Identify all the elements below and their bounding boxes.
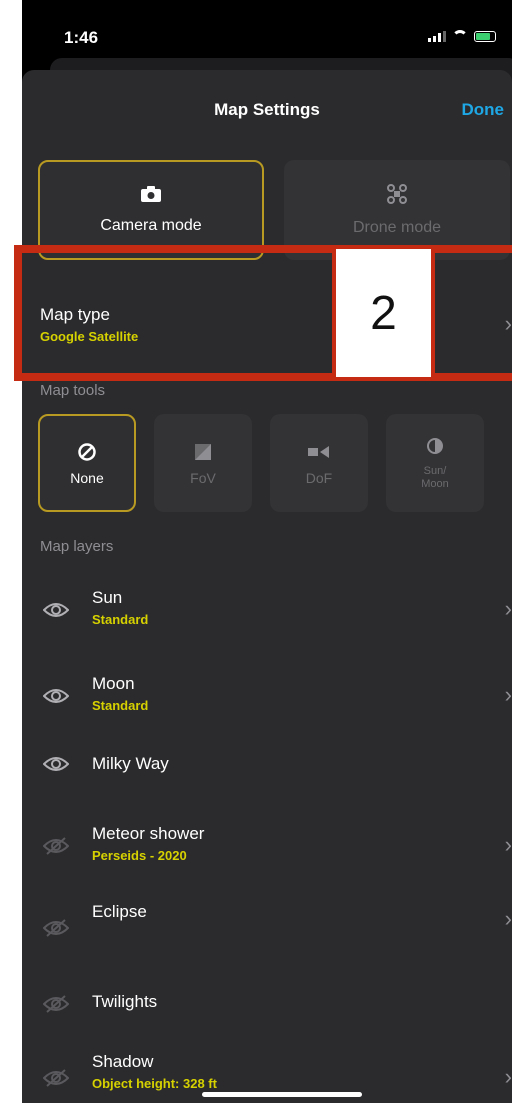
status-bar: 1:46: [22, 0, 512, 62]
tool-none-label: None: [70, 469, 104, 486]
layer-moon[interactable]: Moon Standard ›: [22, 656, 512, 742]
chevron-right-icon: ›: [504, 311, 512, 336]
status-time: 1:46: [64, 28, 99, 47]
layer-milky-way-title: Milky Way: [92, 754, 169, 773]
layer-sun[interactable]: Sun Standard ›: [22, 570, 512, 656]
fov-icon: [195, 443, 211, 460]
layer-shadow-title: Shadow: [92, 1052, 154, 1071]
sun-moon-icon: [427, 438, 443, 454]
eye-hidden-icon[interactable]: [40, 988, 72, 1020]
layer-sun-title: Sun: [92, 588, 123, 607]
chevron-right-icon: ›: [504, 596, 512, 621]
map-type-value: Google Satellite: [40, 329, 139, 344]
layer-eclipse[interactable]: Eclipse ›: [22, 892, 512, 978]
chevron-right-icon: ›: [504, 906, 512, 931]
eye-hidden-icon[interactable]: [40, 1062, 72, 1094]
layer-eclipse-title: Eclipse: [92, 902, 147, 921]
map-type-title: Map type: [40, 305, 110, 324]
eye-hidden-icon[interactable]: [40, 912, 72, 944]
dof-icon: [308, 445, 329, 458]
layer-sun-sub: Standard: [92, 612, 149, 627]
camera-mode-button[interactable]: Camera mode: [38, 160, 264, 260]
navigation-bar: Map Settings Done: [22, 70, 512, 150]
layer-moon-title: Moon: [92, 674, 135, 693]
drone-icon: [387, 184, 407, 204]
chevron-right-icon: ›: [504, 682, 512, 707]
mode-selector: Camera mode Drone mode: [38, 160, 510, 260]
done-button[interactable]: Done: [462, 100, 505, 120]
eye-icon[interactable]: [40, 748, 72, 780]
drone-mode-label: Drone mode: [352, 219, 442, 236]
status-icons: [428, 30, 496, 42]
tool-sun-moon[interactable]: Sun/ Moon: [386, 414, 484, 512]
layer-moon-sub: Standard: [92, 698, 149, 713]
home-indicator[interactable]: [202, 1092, 362, 1097]
annotation-number: 2: [332, 249, 435, 377]
camera-icon: [141, 186, 161, 202]
eye-icon[interactable]: [40, 680, 72, 712]
tool-dof-label: DoF: [305, 469, 333, 486]
tool-dof[interactable]: DoF: [270, 414, 368, 512]
battery-icon: [474, 31, 496, 42]
map-tools: None FoV DoF Sun/ Moon: [38, 414, 484, 512]
tool-fov[interactable]: FoV: [154, 414, 252, 512]
map-type-row[interactable]: Map type Google Satellite ›: [22, 285, 512, 365]
wifi-icon: [452, 30, 468, 42]
eye-icon[interactable]: [40, 594, 72, 626]
map-layers-header: Map layers: [40, 538, 114, 555]
tool-none[interactable]: None: [38, 414, 136, 512]
camera-mode-label: Camera mode: [100, 217, 202, 234]
tool-sun-moon-label: Sun/ Moon: [421, 465, 449, 490]
settings-sheet: Map Settings Done Camera mode Drone mode…: [22, 70, 512, 1103]
drone-mode-button[interactable]: Drone mode: [284, 160, 510, 260]
phone-screen: 1:46 Map Settings Done Camera mode Drone…: [22, 0, 512, 1103]
layer-meteor-shower-title: Meteor shower: [92, 824, 205, 843]
chevron-right-icon: ›: [504, 1064, 512, 1089]
layer-shadow-sub: Object height: 328 ft: [92, 1076, 217, 1091]
layer-meteor-shower-sub: Perseids - 2020: [92, 848, 187, 863]
page-title: Map Settings: [214, 100, 320, 119]
none-icon: [78, 442, 96, 461]
layer-meteor-shower[interactable]: Meteor shower Perseids - 2020 ›: [22, 806, 512, 892]
signal-icon: [428, 31, 446, 42]
map-tools-header: Map tools: [40, 382, 106, 399]
tool-fov-label: FoV: [190, 469, 216, 486]
eye-hidden-icon[interactable]: [40, 830, 72, 862]
chevron-right-icon: ›: [504, 832, 512, 857]
layer-twilights-title: Twilights: [92, 992, 158, 1011]
